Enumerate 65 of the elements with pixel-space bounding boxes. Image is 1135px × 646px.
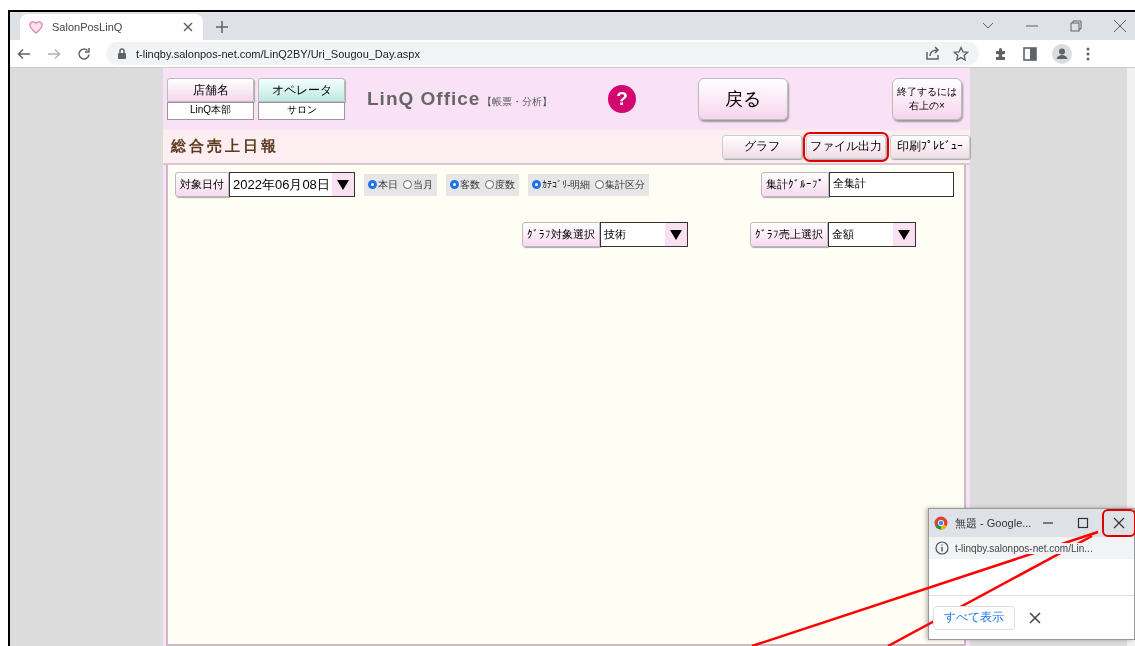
graph-target-label: ｸﾞﾗﾌ対象選択	[522, 222, 600, 247]
dropdown[interactable]: 技術	[600, 222, 688, 247]
dropdown-value: 技術	[603, 227, 627, 242]
close-button[interactable]	[1104, 511, 1134, 535]
maximize-icon[interactable]	[1077, 517, 1089, 529]
restore-icon[interactable]	[1069, 19, 1083, 33]
dropdown-arrow-icon[interactable]	[669, 227, 683, 242]
lock-icon	[116, 47, 128, 60]
back-button[interactable]: 戻る	[698, 78, 788, 120]
store-label: 店舗名	[167, 78, 254, 102]
puzzle-icon[interactable]	[993, 46, 1008, 61]
radio-button[interactable]	[595, 180, 605, 189]
radio-label: 当月	[413, 177, 433, 192]
dropdown-value: 金額	[831, 227, 855, 242]
help-button[interactable]: ?	[608, 85, 636, 113]
exit-button[interactable]: 終了するには 右上の×	[892, 78, 962, 120]
close-icon[interactable]	[1113, 19, 1127, 33]
radio-button[interactable]	[450, 180, 459, 189]
address-bar[interactable]: t-linqby.salonpos-net.com/LinQ2BY/Uri_Sougou_Day.aspx	[106, 42, 979, 65]
new-tab-icon[interactable]	[215, 20, 229, 34]
radio-label: 集計区分	[605, 177, 646, 192]
tab-title: SalonPosLinQ	[52, 21, 124, 33]
toolbar-button[interactable]: 印刷ﾌﾟﾚﾋﾞｭｰ	[890, 134, 970, 159]
logo-subtitle: 【帳票・分析】	[482, 95, 553, 109]
browser-tab[interactable]: SalonPosLinQ	[20, 14, 203, 40]
store-value: LinQ本部	[167, 102, 254, 120]
avatar-icon[interactable]	[1052, 43, 1072, 64]
dropdown-arrow-icon[interactable]	[897, 227, 911, 242]
dropdown-value: 2022年06月08日	[232, 175, 331, 194]
date-label: 対象日付	[175, 172, 229, 197]
dropdown[interactable]: 金額	[828, 222, 916, 247]
operator-value: サロン	[258, 102, 345, 120]
group-label: 集計ｸﾞﾙｰﾌﾟ	[761, 172, 829, 197]
reload-icon[interactable]	[76, 45, 92, 62]
popup-title: 無題 - Google...	[955, 515, 1033, 531]
star-icon[interactable]	[953, 45, 969, 62]
side-panel-icon[interactable]	[1022, 45, 1038, 62]
heart-icon	[28, 19, 44, 35]
share-icon[interactable]	[925, 45, 941, 61]
radio-button[interactable]	[403, 180, 412, 189]
radio-button[interactable]	[485, 180, 494, 189]
toolbar-button[interactable]: グラフ	[722, 134, 802, 159]
radio-button[interactable]	[368, 180, 377, 189]
chrome-logo-icon	[934, 516, 948, 530]
toolbar-button[interactable]: ファイル出力	[806, 134, 886, 159]
graph-sales-label: ｸﾞﾗﾌ売上選択	[750, 222, 828, 247]
dropdown[interactable]: 2022年06月08日	[229, 172, 355, 197]
show-all-button[interactable]: すべて表示	[933, 605, 1015, 630]
close-icon[interactable]	[181, 20, 195, 34]
logo-text: LinQ Office	[367, 88, 481, 110]
radio-button[interactable]	[532, 180, 541, 189]
radio-label: ｶﾃｺﾞﾘ-明細	[542, 177, 591, 192]
info-icon[interactable]	[935, 541, 949, 555]
dropdown-arrow-icon[interactable]	[336, 177, 350, 192]
more-menu-icon[interactable]	[1086, 46, 1090, 61]
radio-label: 本日	[378, 177, 398, 192]
popup-url: t-linqby.salonpos-net.com/Lin...	[955, 542, 1093, 554]
close-icon[interactable]	[1029, 611, 1041, 624]
operator-label: オペレータ	[258, 78, 345, 102]
close-icon	[1113, 517, 1125, 529]
radio-label: 客数	[460, 177, 480, 192]
group-field[interactable]: 全集計	[829, 172, 954, 197]
url-text: t-linqby.salonpos-net.com/LinQ2BY/Uri_Sougou_Day.aspx	[136, 47, 420, 60]
report-title: 総合売上日報	[171, 137, 279, 156]
radio-label: 度数	[495, 177, 515, 192]
